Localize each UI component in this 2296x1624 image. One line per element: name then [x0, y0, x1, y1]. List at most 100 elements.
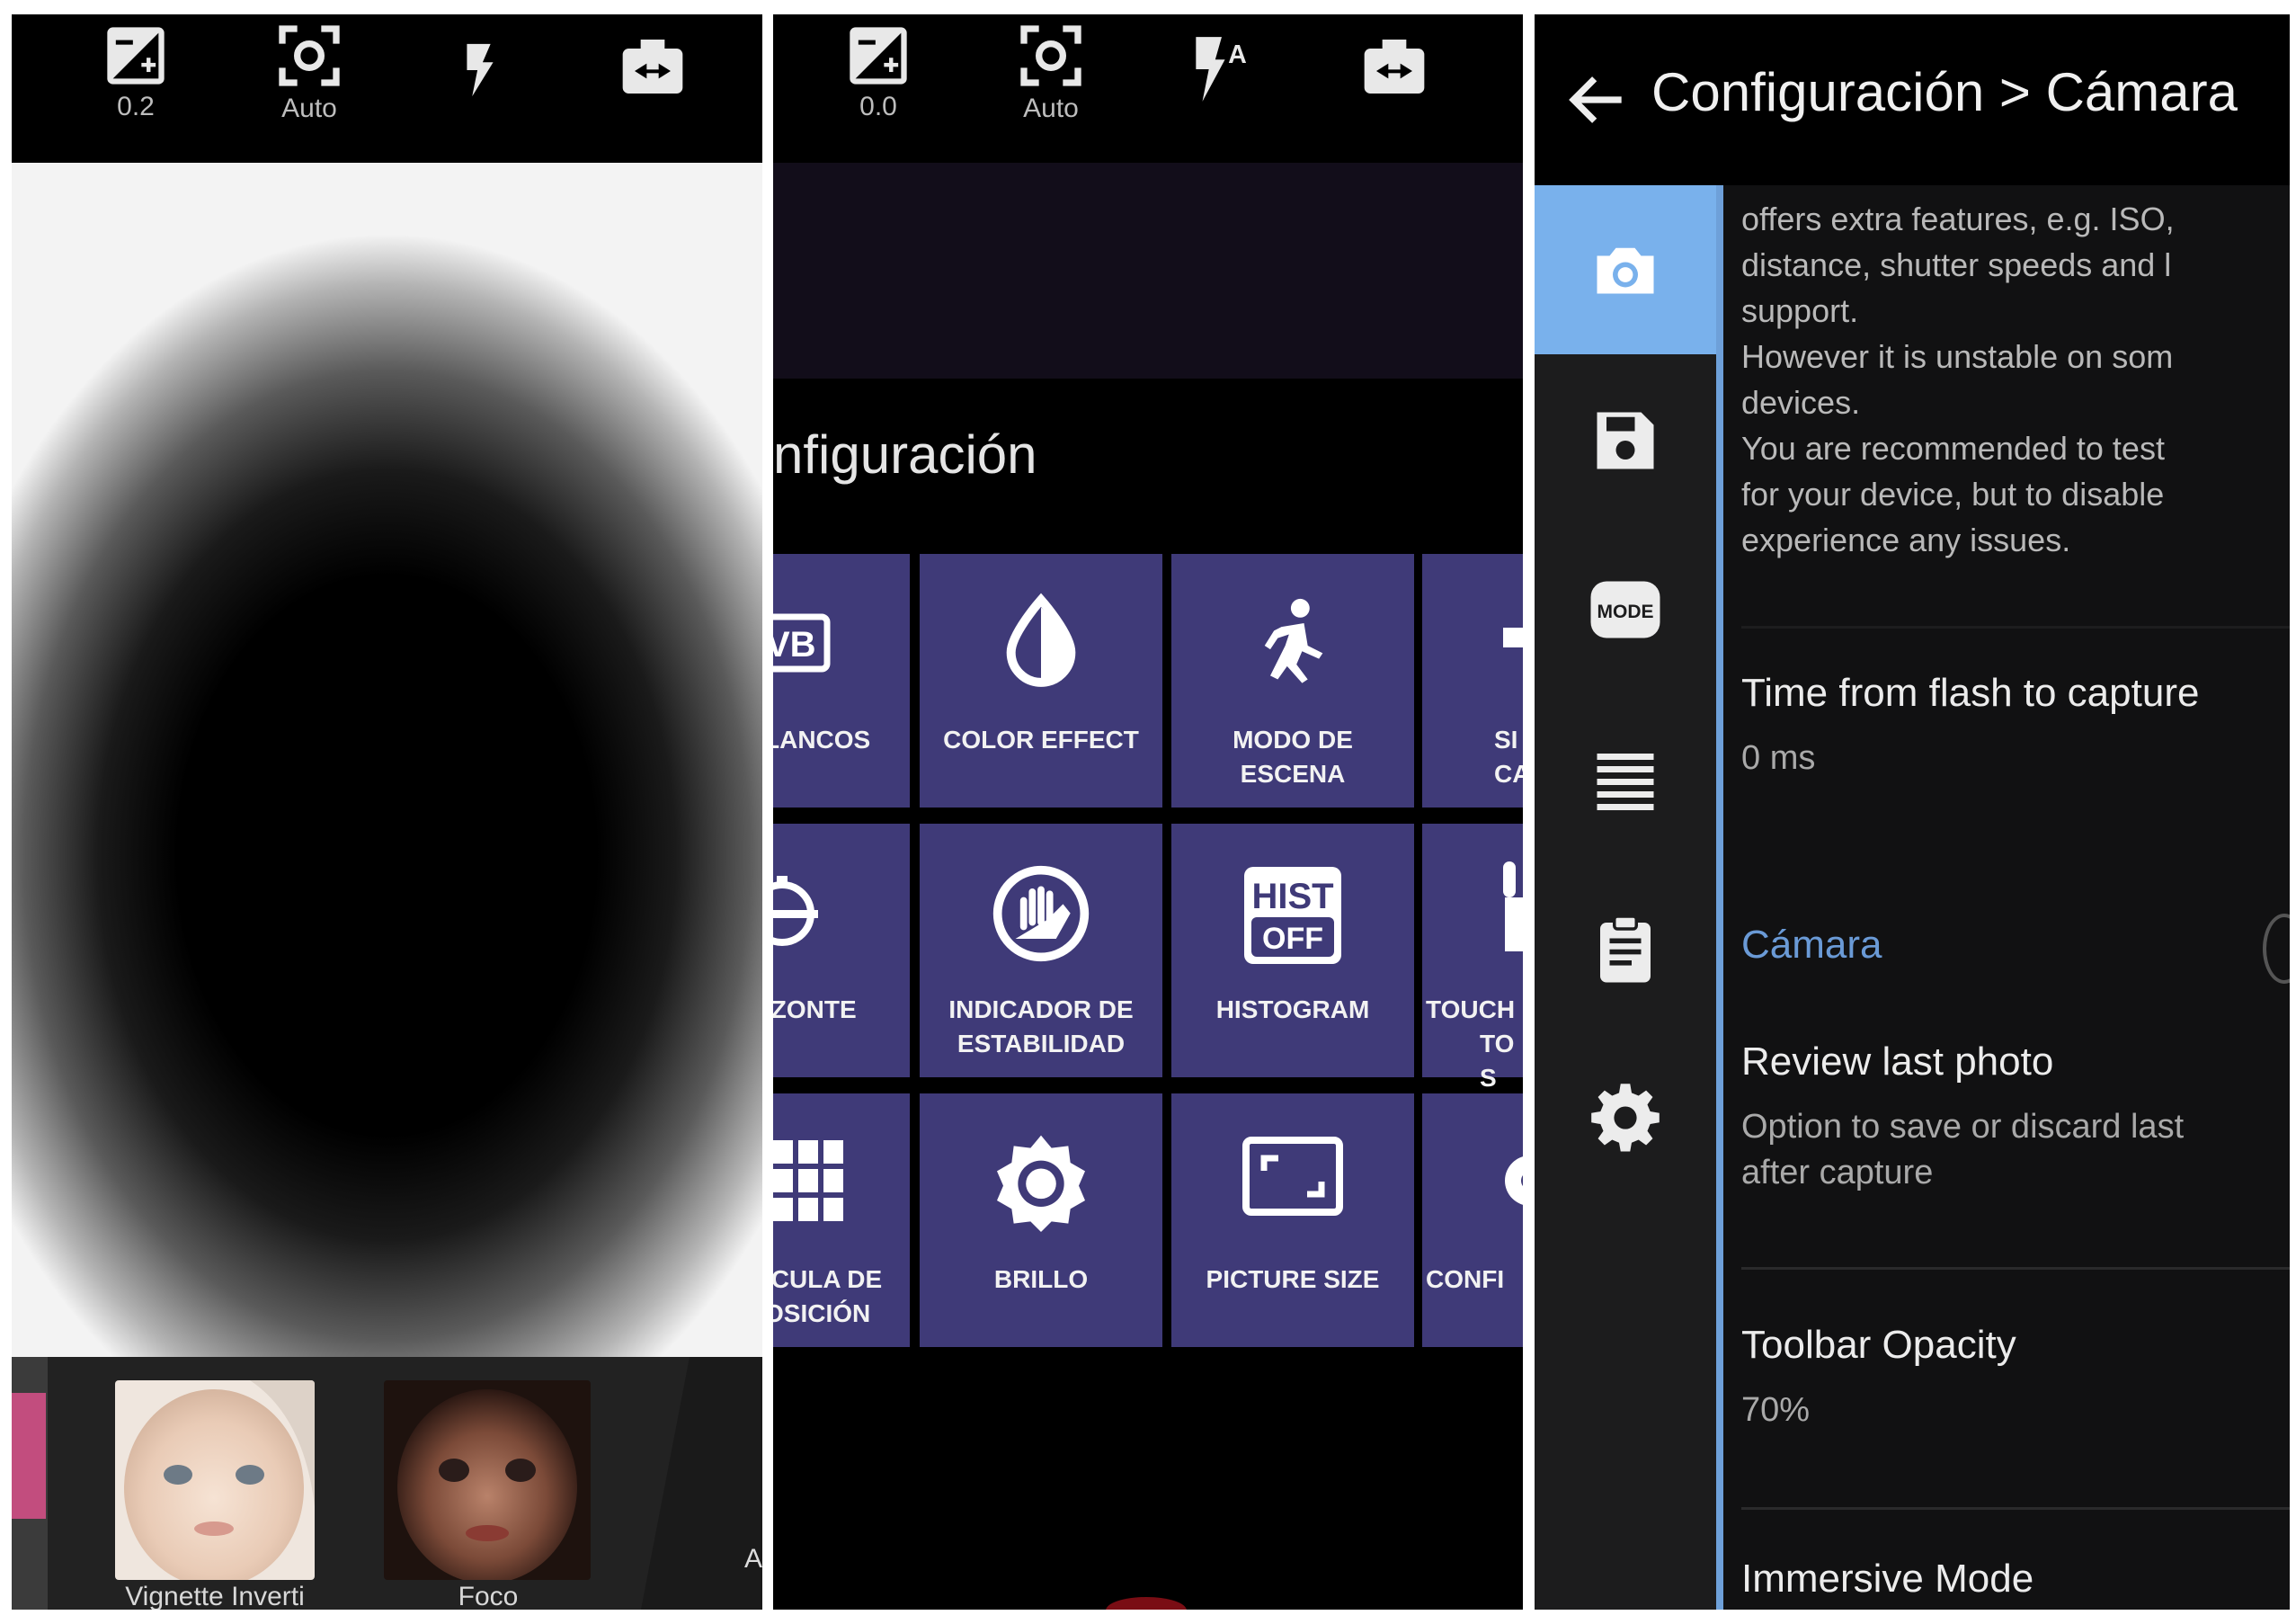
camera-filter-screen: 0.2 Auto Vignette Inverti Foco A: [12, 14, 762, 1610]
tile-touch-to-shoot[interactable]: TOUCH TO S: [1422, 824, 1523, 1092]
exposure-icon: [850, 27, 907, 85]
filter-thumb-vignette-inverted[interactable]: [115, 1380, 315, 1580]
exposure-icon: [107, 27, 165, 85]
description-line: However it is unstable on som: [1741, 338, 2174, 375]
tile-label: ÍCULA DE: [773, 1265, 883, 1293]
camera-switch-button[interactable]: [603, 14, 702, 103]
focus-button[interactable]: Auto: [260, 14, 359, 124]
preview-dim: [773, 163, 1523, 379]
stability-icon: [920, 861, 1162, 969]
category-title: Cámara: [1741, 923, 1882, 967]
camera-switch-button[interactable]: [1345, 14, 1444, 103]
rail-item-settings[interactable]: [1535, 1031, 1716, 1200]
save-icon: [1597, 412, 1654, 469]
tile-label: ESCENA: [1240, 760, 1346, 788]
focus-mode: Auto: [281, 94, 337, 123]
camera-toolbar: 0.0 Auto A: [773, 14, 1523, 163]
pref-review-last-photo[interactable]: Review last photo Option to save or disc…: [1741, 1040, 2290, 1237]
pref-flash-delay[interactable]: Time from flash to capture 0 ms: [1741, 671, 2290, 851]
flash-button[interactable]: A: [1172, 14, 1271, 108]
tile-label-group: SI CA: [1494, 723, 1523, 791]
horizon-icon: [773, 861, 910, 969]
description-line: offers extra features, e.g. ISO,: [1741, 201, 2175, 237]
tile-label: CA: [1494, 760, 1523, 788]
settings-partial-icon: [1422, 1131, 1523, 1239]
tile-color-effect[interactable]: COLOR EFFECT: [920, 554, 1162, 808]
gear-icon: [1591, 1084, 1660, 1152]
rail-item-mode[interactable]: MODE: [1535, 523, 1716, 692]
brightness-icon: [920, 1131, 1162, 1239]
tile-label: TO S: [1480, 1030, 1515, 1092]
rail-item-camera[interactable]: [1535, 185, 1716, 354]
filter-thumb-partial[interactable]: [12, 1393, 46, 1519]
tile-grid[interactable]: ÍCULA DE OSICIÓN: [773, 1093, 910, 1347]
toggle-partial[interactable]: [2263, 914, 2290, 984]
svg-text:VB: VB: [773, 625, 816, 665]
exposure-value: 0.2: [117, 92, 155, 121]
camera-preview-vignette[interactable]: [12, 163, 762, 1357]
rail-item-save[interactable]: [1535, 354, 1716, 523]
svg-text:A: A: [1228, 40, 1247, 69]
settings-nav-rail: MODE: [1535, 185, 1723, 1610]
shutter-glow: [1106, 1597, 1187, 1610]
description-line: experience any issues.: [1741, 522, 2071, 558]
camera-switch-icon: [622, 40, 683, 94]
filter-label-partial: A: [744, 1544, 762, 1574]
focus-icon: [279, 25, 340, 86]
tile-settings-partial[interactable]: CONFI: [1422, 1093, 1523, 1347]
rail-item-clipboard[interactable]: [1535, 861, 1716, 1031]
description-line: support.: [1741, 292, 1859, 329]
tile-label: SI: [1494, 726, 1518, 754]
focus-button[interactable]: Auto: [1001, 14, 1100, 124]
mode-icon: MODE: [1590, 581, 1660, 638]
tile-histogram[interactable]: HIST OFF HISTOGRAM: [1171, 824, 1414, 1077]
grid-icon: [773, 1131, 910, 1239]
tile-label: MODO DE: [1233, 726, 1353, 754]
tile-scene-mode[interactable]: MODO DE ESCENA: [1171, 554, 1414, 808]
tile-stability-indicator[interactable]: INDICADOR DE ESTABILIDAD: [920, 824, 1162, 1077]
tile-label-group: INDICADOR DE ESTABILIDAD: [925, 993, 1157, 1061]
tile-label: TOUCH: [1426, 995, 1516, 1023]
tile-label: BRILLO: [993, 1265, 1089, 1293]
filter-label: Vignette Inverti: [125, 1582, 305, 1610]
tile-label: LANCOS: [773, 726, 871, 754]
camera-settings-popup: 0.0 Auto A nfiguración VB LANCOS COLOR E…: [773, 14, 1523, 1610]
filter-thumb-focus[interactable]: [384, 1380, 591, 1580]
flash-auto-icon: A: [1196, 37, 1247, 102]
exposure-button[interactable]: 0.2: [86, 14, 185, 122]
tile-picture-size[interactable]: PICTURE SIZE: [1171, 1093, 1414, 1347]
rail-item-list[interactable]: [1535, 692, 1716, 861]
white-balance-icon: VB: [773, 592, 910, 700]
svg-text:HIST: HIST: [1251, 877, 1333, 916]
tile-white-balance[interactable]: VB LANCOS: [773, 554, 910, 808]
divider: [1741, 626, 2290, 629]
exposure-button[interactable]: 0.0: [829, 14, 928, 122]
back-arrow-icon[interactable]: [1562, 64, 1633, 136]
flash-icon: [467, 43, 494, 97]
divider: [1741, 1507, 2290, 1510]
pref-title: Immersive Mode: [1741, 1557, 2034, 1601]
settings-content: offers extra features, e.g. ISO, distanc…: [1741, 185, 2290, 1610]
divider: [1741, 1267, 2290, 1270]
pref-immersive-mode[interactable]: Immersive Mode: [1741, 1557, 2290, 1610]
svg-text:MODE: MODE: [1597, 602, 1654, 622]
pref-summary: 70%: [1741, 1391, 1811, 1429]
tile-partial-right[interactable]: SI CA: [1422, 554, 1523, 808]
tile-label: INDICADOR DE: [948, 995, 1134, 1023]
tile-label-group: TOUCH TO S: [1426, 993, 1523, 1095]
settings-camera-screen: Configuración > Cámara MODE offers extra…: [1535, 14, 2290, 1610]
camera-switch-icon: [1364, 40, 1425, 94]
tile-label: OSICIÓN: [773, 1299, 871, 1327]
touch-icon: [1422, 861, 1523, 969]
description-line: for your device, but to disable: [1741, 476, 2165, 513]
flash-button[interactable]: [431, 14, 530, 106]
tile-brightness[interactable]: BRILLO: [920, 1093, 1162, 1347]
description-block: offers extra features, e.g. ISO, distanc…: [1741, 196, 2175, 563]
focus-icon: [1020, 25, 1081, 86]
baby-photo-dark: [384, 1380, 591, 1580]
tile-horizon[interactable]: IZONTE: [773, 824, 910, 1077]
baby-photo-light: [115, 1380, 315, 1580]
pref-toolbar-opacity[interactable]: Toolbar Opacity 70%: [1741, 1323, 2290, 1503]
histogram-icon: HIST OFF: [1171, 861, 1414, 969]
tile-label: COLOR EFFECT: [943, 726, 1139, 754]
